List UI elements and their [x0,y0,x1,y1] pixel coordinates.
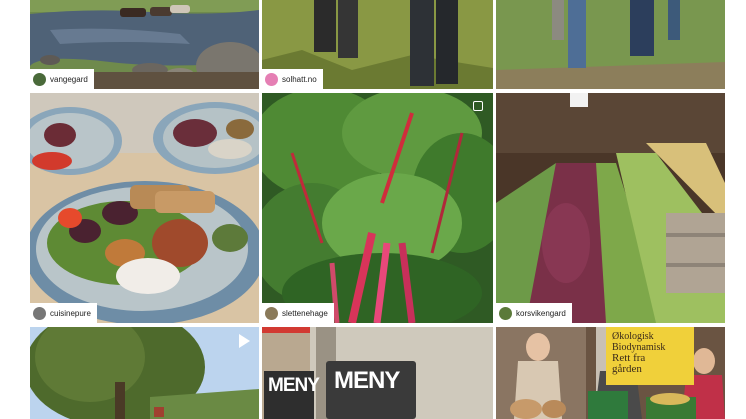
post-tile-menu-signs[interactable]: MENY MENY [262,327,493,419]
shop-sign-line: Økologisk [612,331,654,342]
multi-photo-icon [473,101,483,111]
avatar [33,306,46,320]
post-tile-chard-leaves[interactable]: slettenehage [262,93,493,323]
menu-sign-left: MENY [264,371,320,419]
username-tag[interactable]: vangegard [30,69,94,89]
username-label: cuisinepure [50,308,91,318]
username-tag[interactable]: slettenehage [262,303,334,323]
post-tile-onion-rows[interactable]: korsvikengard [496,93,725,323]
username-tag[interactable]: solhatt.no [262,69,323,89]
menu-sign-right-text: MENY [334,367,400,394]
username-tag[interactable]: cuisinepure [30,303,97,323]
tree-sky-photo [30,327,259,419]
onion-rows-photo [496,93,725,323]
post-tile-people-grass[interactable] [496,0,725,89]
username-label: solhatt.no [282,74,317,84]
username-label: slettenehage [282,308,328,318]
avatar [265,306,278,320]
username-label: vangegard [50,74,88,84]
shop-sign: Økologisk Biodynamisk Rett fra gården [606,327,694,385]
post-tile-farm-shop[interactable]: Økologisk Biodynamisk Rett fra gården [496,327,725,419]
post-tile-salad-plate[interactable]: cuisinepure [30,93,259,323]
avatar [33,72,46,86]
username-label: korsvikengard [516,308,566,318]
people-grass-photo [496,0,725,89]
username-tag[interactable]: korsvikengard [496,303,572,323]
video-icon [239,334,250,348]
menu-sign-left-text: MENY [268,375,320,396]
menu-sign-right: MENY [326,361,416,419]
salad-plate-photo [30,93,259,323]
avatar [499,306,512,320]
post-tile-people-legs[interactable]: solhatt.no [262,0,493,89]
post-tile-tree-sky[interactable] [30,327,259,419]
chard-leaves-photo [262,93,493,323]
shop-sign-line: gården [612,363,642,375]
post-tile-river-cows[interactable]: vangegard [30,0,259,89]
avatar [265,72,278,86]
